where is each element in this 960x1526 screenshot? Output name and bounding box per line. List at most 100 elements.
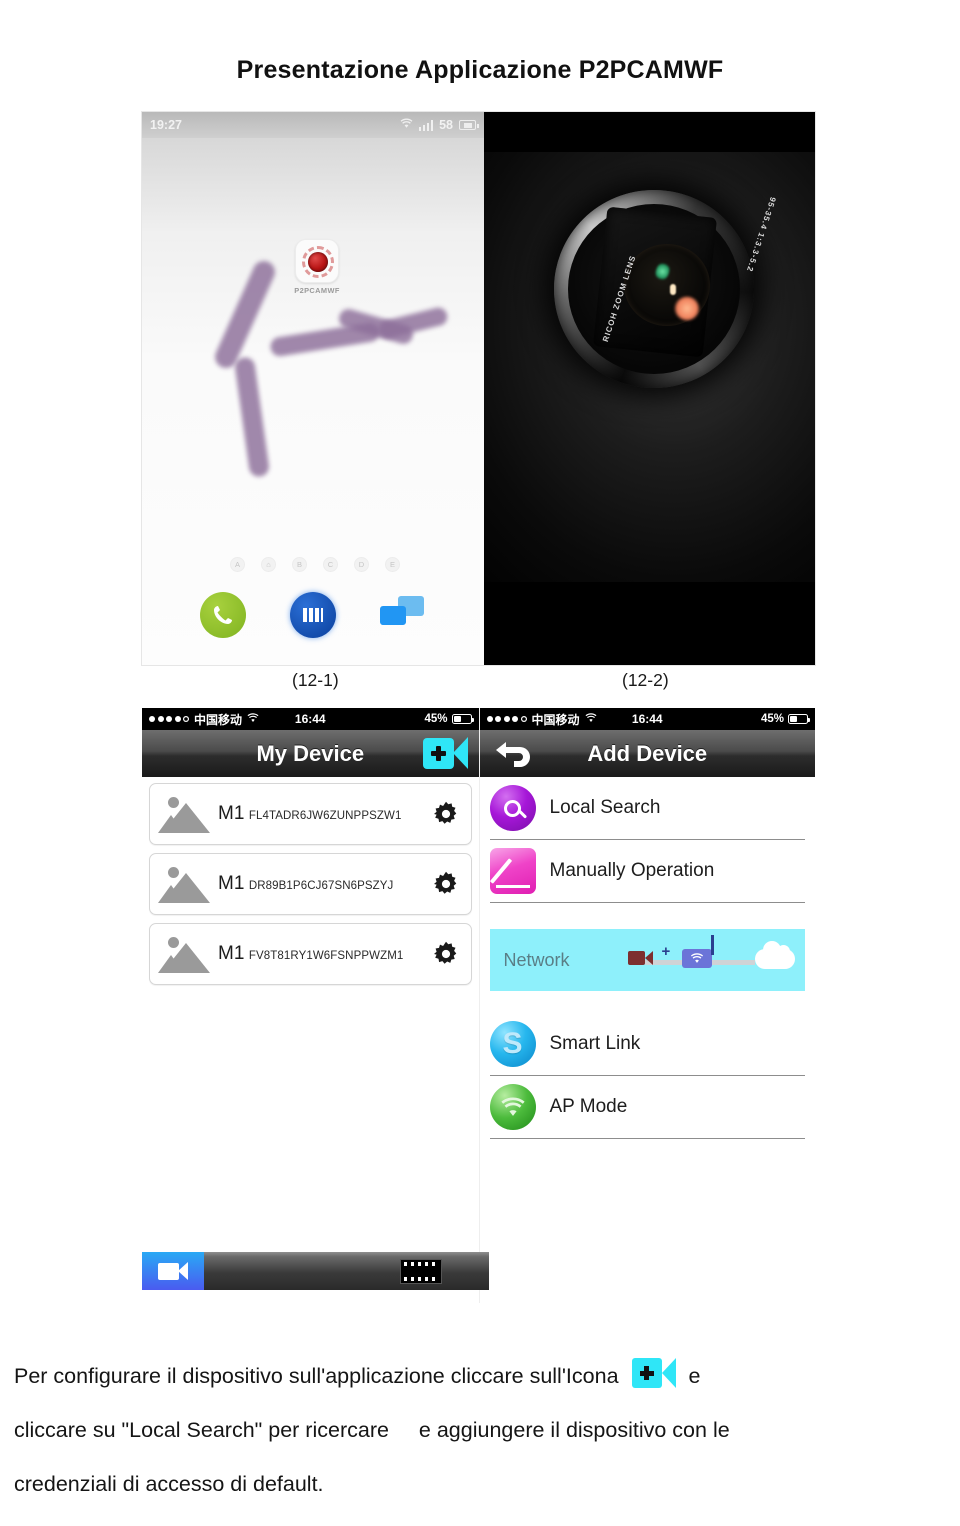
phone-icon[interactable] (200, 592, 246, 638)
wifi-icon (585, 712, 597, 726)
battery-icon (788, 714, 810, 724)
my-device-bottom-toolbar (142, 1252, 489, 1290)
battery-icon (459, 120, 479, 130)
list-item-label: AP Mode (549, 1096, 628, 1117)
signal-dots-icon (149, 716, 189, 722)
page-indicator-c[interactable]: C (323, 557, 338, 572)
figure-captions: (12-1) (12-2) (142, 670, 815, 706)
wifi-icon (400, 118, 413, 132)
camera-plus-icon (631, 1358, 676, 1389)
my-device-screen: 中国移动 16:44 45% My Device M1 FL4TADR6JW6Z… (142, 708, 479, 1303)
diagram-line (709, 960, 755, 965)
paragraph-line-3: credenziali di accesso di default. (14, 1472, 324, 1496)
ios-status-bar: 中国移动 16:44 45% (142, 708, 479, 730)
p2pcamwf-app-shortcut[interactable]: P2PCAMWF (288, 239, 346, 295)
camera-plus-icon[interactable] (422, 737, 471, 769)
message-bubble-front (380, 606, 406, 625)
caption-12-2: (12-2) (622, 670, 669, 690)
pencil-icon (489, 848, 536, 894)
navbar-title: Add Device (587, 740, 708, 766)
list-item-manually-operation[interactable]: Manually Operation (489, 840, 805, 903)
android-home-screenshot: 19:27 58 P2PCAMWF A ⌂ B C D E (142, 112, 484, 665)
battery-icon (451, 714, 474, 724)
device-uid: DR89B1P6CJ67SN6PSZYJ (248, 880, 394, 892)
device-thumbnail-icon (156, 931, 212, 977)
lens-flare-orange (674, 296, 700, 321)
camera-plus-body (631, 1358, 662, 1389)
my-device-navbar: My Device (142, 730, 479, 777)
wallpaper-brush-stroke (211, 257, 279, 372)
paragraph-text-2a: cliccare su "Local Search" per ricercare (14, 1418, 389, 1442)
network-label: Network (503, 949, 570, 970)
app-icon-lens (308, 252, 328, 272)
ap-mode-wifi-icon (489, 1084, 536, 1130)
paragraph-text-1b: e (688, 1364, 701, 1388)
battery-percent-label: 45% (760, 713, 784, 725)
android-signal-value: 58 (439, 118, 453, 132)
paragraph-line-2: cliccare su "Local Search" per ricercare… (14, 1403, 944, 1457)
antenna-icon (710, 935, 714, 955)
page-title: Presentazione Applicazione P2PCAMWF (236, 56, 724, 84)
gear-icon[interactable] (431, 869, 461, 899)
table-row[interactable]: M1 DR89B1P6CJ67SN6PSZYJ (149, 853, 472, 915)
p2pcamwf-app-icon[interactable] (295, 239, 339, 283)
network-section-banner: Network + (489, 929, 805, 991)
add-device-navbar: Add Device (479, 730, 815, 777)
paragraph-text-1a: Per configurare il dispositivo sull'appl… (14, 1364, 619, 1388)
signal-dots-icon (486, 716, 527, 722)
device-name: M1 (218, 873, 245, 894)
device-uid: FL4TADR6JW6ZUNPPSZW1 (248, 810, 402, 822)
android-status-bar: 19:27 58 (142, 112, 484, 138)
wifi-icon (247, 712, 259, 726)
cards-icon[interactable] (290, 592, 336, 638)
messages-icon[interactable] (380, 592, 426, 638)
caption-12-1: (12-1) (292, 670, 339, 690)
android-clock: 19:27 (150, 118, 182, 132)
home-page-indicators: A ⌂ B C D E (230, 557, 400, 572)
page-indicator-d[interactable]: D (354, 557, 369, 572)
document-page: Presentazione Applicazione P2PCAMWF 19:2… (0, 0, 960, 1526)
page-indicator-home[interactable]: ⌂ (261, 557, 276, 572)
router-icon (681, 949, 712, 968)
paragraph-line-1: Per configurare il dispositivo sull'appl… (14, 1349, 944, 1403)
lens-flare-white (670, 284, 676, 295)
table-row[interactable]: M1 FL4TADR6JW6ZUNPPSZW1 (149, 783, 472, 845)
app-icon-label: P2PCAMWF (294, 286, 340, 295)
list-item-ap-mode[interactable]: AP Mode (489, 1076, 805, 1139)
wallpaper-brush-stroke (233, 356, 271, 478)
list-item-label: Smart Link (549, 1033, 641, 1054)
carrier-label: 中国移动 (531, 712, 580, 727)
ios-screenshots: 中国移动 16:44 45% My Device M1 FL4TADR6JW6Z… (142, 708, 815, 1303)
camera-icon (627, 951, 653, 965)
camera-tab-icon[interactable] (142, 1252, 204, 1290)
camera-plus-body (422, 737, 454, 769)
gear-icon[interactable] (431, 799, 461, 829)
cloud-icon (755, 941, 795, 969)
list-item-local-search[interactable]: Local Search (489, 777, 805, 840)
device-name: M1 (218, 943, 245, 964)
paragraph-text-2b: e aggiungere il dispositivo con le (418, 1418, 730, 1442)
figure-12-screenshots: 19:27 58 P2PCAMWF A ⌂ B C D E RICOH ZOOM… (142, 112, 815, 665)
android-dock (142, 592, 484, 638)
add-device-screen: 中国移动 16:44 45% Add Device Local Search M… (478, 708, 815, 1303)
camera-plus-lens (661, 1358, 676, 1389)
battery-percent-label: 45% (424, 713, 448, 725)
signal-bars-icon (418, 119, 434, 131)
page-indicator-e[interactable]: E (385, 557, 400, 572)
gear-icon[interactable] (431, 939, 461, 969)
device-thumbnail-icon (156, 791, 212, 837)
device-thumbnail-icon (156, 861, 212, 907)
device-list: M1 FL4TADR6JW6ZUNPPSZW1 M1 DR89B1P6CJ67S… (142, 777, 479, 985)
table-row[interactable]: M1 FV8T81RY1W6FSNPPWZM1 (149, 923, 472, 985)
camera-lens-photo: RICOH ZOOM LENS 95-35.4 1:3.3-5.2 (484, 112, 815, 665)
plus-icon: + (661, 943, 671, 960)
page-indicator-a[interactable]: A (230, 557, 245, 572)
page-indicator-b[interactable]: B (292, 557, 307, 572)
device-name: M1 (218, 803, 245, 824)
ios-status-bar: 中国移动 16:44 45% (479, 708, 815, 730)
list-item-label: Local Search (549, 797, 661, 818)
network-diagram: + (610, 929, 798, 991)
film-strip-icon[interactable] (400, 1259, 442, 1284)
list-item-smart-link[interactable]: S Smart Link (489, 1013, 805, 1076)
carrier-label: 中国移动 (194, 712, 243, 727)
